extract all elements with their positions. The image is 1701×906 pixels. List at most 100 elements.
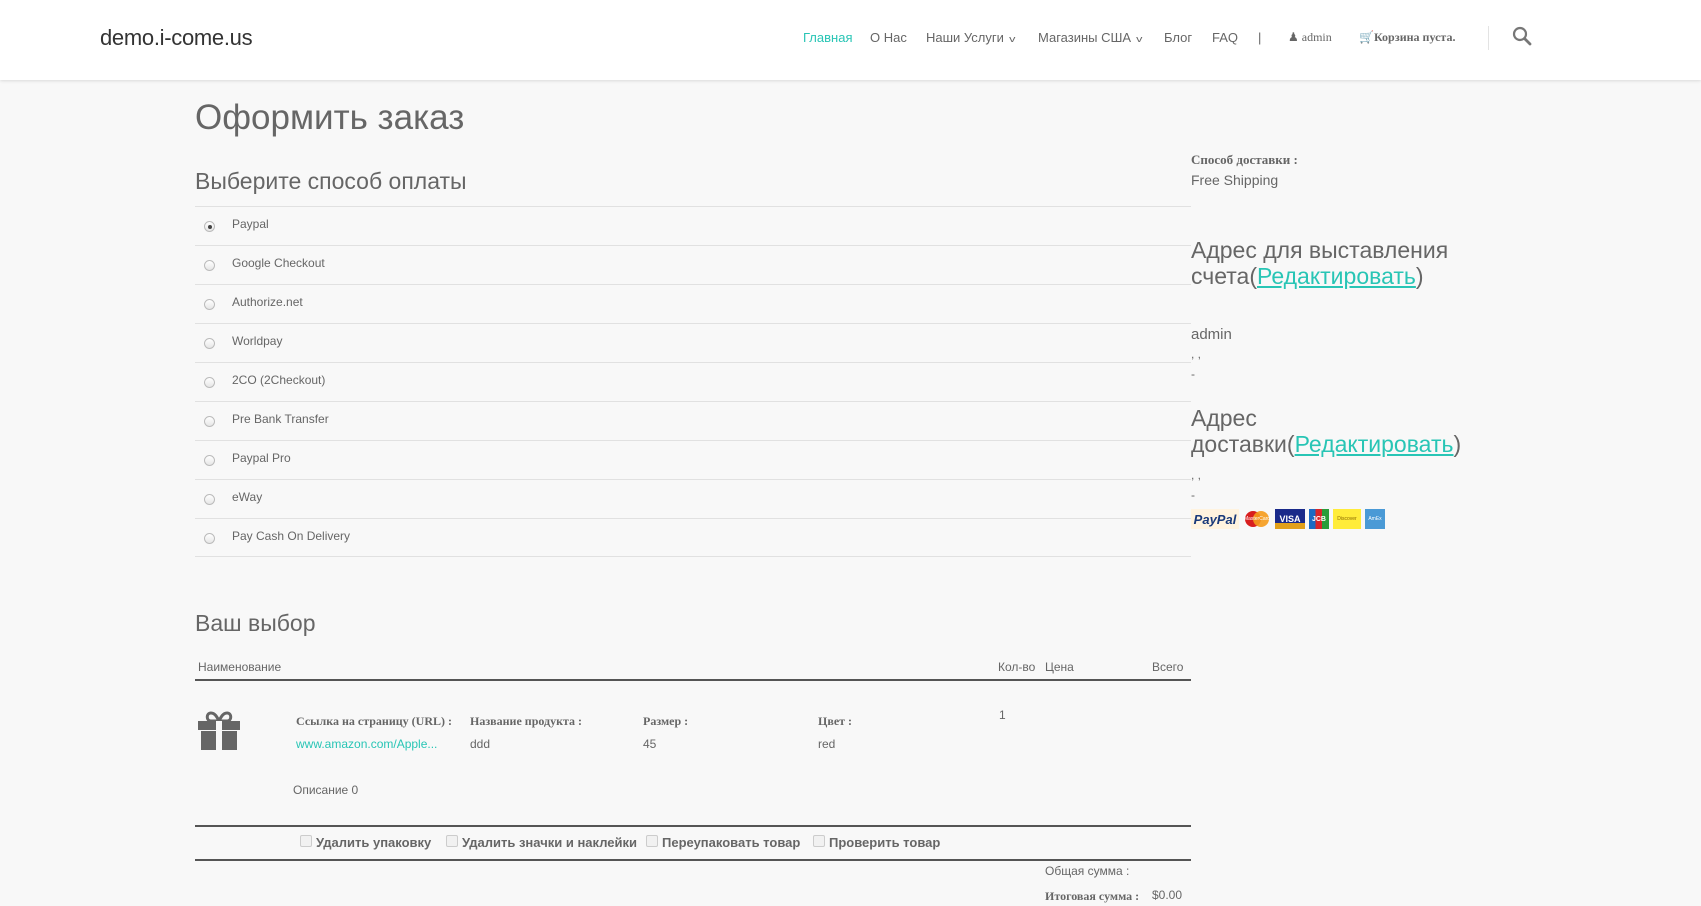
- payment-method-label: eWay: [232, 490, 263, 504]
- payment-method-option[interactable]: Worldpay: [195, 323, 1191, 362]
- radio-button[interactable]: [204, 533, 215, 544]
- jcb-logo: JCB: [1309, 509, 1329, 529]
- mastercard-logo: MasterCard: [1243, 509, 1271, 529]
- shipping-line-1: , ,: [1191, 468, 1202, 482]
- option-label: Удалить упаковку: [316, 835, 432, 850]
- color-label: Цвет :: [818, 714, 853, 728]
- payment-method-label: Paypal Pro: [232, 451, 291, 465]
- checkbox[interactable]: [813, 835, 825, 847]
- jcb-logo-text: JCB: [1311, 515, 1326, 523]
- radio-button[interactable]: [204, 455, 215, 466]
- option-label: Переупаковать товар: [662, 835, 801, 850]
- option-remove-labels[interactable]: Удалить значки и наклейки: [446, 835, 637, 850]
- shipping-method-value: Free Shipping: [1191, 172, 1279, 188]
- nav-separator: |: [1258, 30, 1262, 45]
- payment-method-label: Pay Cash On Delivery: [232, 529, 351, 543]
- payment-method-label: 2CO (2Checkout): [232, 373, 326, 387]
- column-price: Цена: [1045, 660, 1074, 674]
- payment-cards-logos: PayPal MasterCard VISA JCB Discover AmEx: [1191, 508, 1385, 530]
- product-url-link[interactable]: www.amazon.com/Apple...: [296, 737, 437, 751]
- payment-method-label: Pre Bank Transfer: [232, 412, 329, 426]
- site-logo[interactable]: demo.i-come.us: [100, 25, 253, 51]
- option-remove-packaging[interactable]: Удалить упаковку: [300, 835, 431, 850]
- user-icon: ♟: [1288, 30, 1299, 44]
- grand-total-value: $0.00: [1152, 888, 1183, 902]
- shipping-line-2: -: [1191, 488, 1195, 502]
- nav-home[interactable]: Главная: [803, 30, 852, 45]
- checkbox[interactable]: [446, 835, 458, 847]
- radio-button[interactable]: [204, 260, 215, 271]
- product-size: 45: [643, 737, 657, 751]
- nav-about[interactable]: О Нас: [870, 30, 907, 45]
- payment-method-option[interactable]: Pre Bank Transfer: [195, 401, 1191, 440]
- search-icon[interactable]: [1512, 26, 1532, 51]
- option-label: Проверить товар: [829, 835, 941, 850]
- billing-name: admin: [1191, 326, 1232, 343]
- divider: [195, 859, 1191, 861]
- cart-status: Корзина пуста.: [1373, 30, 1456, 44]
- chevron-down-icon: v: [1136, 34, 1143, 44]
- nav-divider: [1488, 26, 1489, 50]
- product-qty: 1: [999, 708, 1006, 722]
- size-label: Размер :: [643, 714, 689, 728]
- payment-method-option[interactable]: 2CO (2Checkout): [195, 362, 1191, 401]
- column-name: Наименование: [198, 660, 282, 674]
- payment-method-label: Paypal: [232, 217, 269, 231]
- divider: [195, 679, 1191, 681]
- nav-us-stores[interactable]: Магазины США v: [1038, 30, 1142, 45]
- subtotal-label: Общая сумма :: [1045, 864, 1130, 878]
- radio-button[interactable]: [204, 299, 215, 310]
- option-repack[interactable]: Переупаковать товар: [646, 835, 800, 850]
- amex-logo-text: AmEx: [1368, 515, 1382, 522]
- nav-cart[interactable]: 🛒Корзина пуста.: [1359, 30, 1455, 45]
- divider: [195, 825, 1191, 827]
- nav-services[interactable]: Наши Услуги v: [926, 30, 1016, 45]
- product-name: ddd: [470, 737, 491, 751]
- option-label: Удалить значки и наклейки: [462, 835, 638, 850]
- payment-method-option[interactable]: Paypal Pro: [195, 440, 1191, 479]
- nav-faq[interactable]: FAQ: [1212, 30, 1238, 45]
- shipping-address-title: Адрес доставки(Редактировать): [1191, 405, 1462, 457]
- url-label: Ссылка на страницу (URL) :: [296, 714, 452, 728]
- product-description: Описание 0: [293, 783, 359, 797]
- nav-us-stores-label: Магазины США: [1038, 30, 1132, 45]
- checkbox[interactable]: [300, 835, 312, 847]
- header: demo.i-come.us Главная О Нас Наши Услуги…: [0, 0, 1701, 80]
- payment-method-option[interactable]: Google Checkout: [195, 245, 1191, 284]
- nav-services-label: Наши Услуги: [926, 30, 1004, 45]
- visa-logo: VISA: [1275, 509, 1305, 529]
- shipping-title-text: Адрес доставки: [1191, 405, 1287, 457]
- user-name: admin: [1301, 30, 1332, 44]
- product-name-label: Название продукта :: [470, 714, 583, 728]
- paypal-logo-text: PayPal: [1193, 511, 1237, 527]
- payment-method-label: Worldpay: [232, 334, 283, 348]
- discover-logo-text: Discover: [1337, 515, 1357, 522]
- checkbox[interactable]: [646, 835, 658, 847]
- billing-line-1: , ,: [1191, 347, 1202, 361]
- gift-icon: [197, 711, 241, 756]
- edit-billing-link[interactable]: Редактировать: [1257, 263, 1416, 289]
- nav-blog[interactable]: Блог: [1164, 30, 1192, 45]
- page-title: Оформить заказ: [195, 98, 465, 137]
- nav-user[interactable]: ♟ admin: [1288, 30, 1332, 45]
- edit-shipping-link[interactable]: Редактировать: [1295, 431, 1454, 457]
- payment-method-option[interactable]: Paypal: [195, 206, 1191, 245]
- chevron-down-icon: v: [1009, 34, 1016, 44]
- option-inspect[interactable]: Проверить товар: [813, 835, 940, 850]
- payment-method-option[interactable]: eWay: [195, 479, 1191, 518]
- payment-method-label: Authorize.net: [232, 295, 303, 309]
- radio-button[interactable]: [204, 416, 215, 427]
- billing-line-2: -: [1191, 367, 1195, 381]
- product-color: red: [818, 737, 836, 751]
- cart-section-title: Ваш выбор: [195, 610, 316, 636]
- column-qty: Кол-во: [998, 660, 1036, 674]
- radio-button[interactable]: [204, 338, 215, 349]
- payment-method-option[interactable]: Authorize.net: [195, 284, 1191, 323]
- payment-method-option[interactable]: Pay Cash On Delivery: [195, 518, 1191, 557]
- radio-button[interactable]: [204, 221, 215, 232]
- billing-address-title: Адрес для выставления счета(Редактироват…: [1191, 237, 1449, 289]
- radio-button[interactable]: [204, 377, 215, 388]
- radio-button[interactable]: [204, 494, 215, 505]
- payment-method-label: Google Checkout: [232, 256, 325, 270]
- visa-logo-text: VISA: [1279, 514, 1301, 524]
